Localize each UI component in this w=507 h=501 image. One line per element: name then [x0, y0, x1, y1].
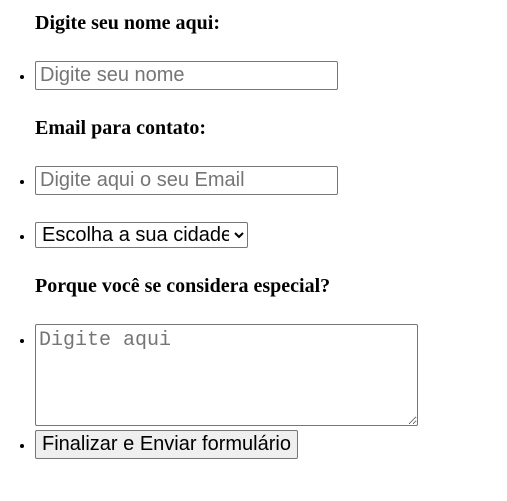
special-label: Porque você se considera especial? — [35, 275, 331, 297]
name-label: Digite seu nome aqui: — [35, 12, 220, 34]
special-textarea[interactable] — [35, 324, 418, 426]
submit-button[interactable]: Finalizar e Enviar formulário — [35, 430, 298, 459]
list-item-special — [35, 324, 418, 426]
email-label: Email para contato: — [35, 117, 207, 139]
city-select[interactable]: Escolha a sua cidade — [35, 222, 248, 248]
form-list: Digite seu nome aqui: Email para contato… — [0, 0, 507, 501]
name-input[interactable] — [35, 61, 338, 90]
contact-form: Digite seu nome aqui: Email para contato… — [0, 0, 507, 501]
email-input[interactable] — [35, 166, 338, 195]
list-item-name — [35, 61, 338, 90]
list-item-submit: Finalizar e Enviar formulário — [35, 430, 298, 459]
list-item-city: Escolha a sua cidade — [35, 222, 248, 248]
list-item-email — [35, 166, 338, 195]
